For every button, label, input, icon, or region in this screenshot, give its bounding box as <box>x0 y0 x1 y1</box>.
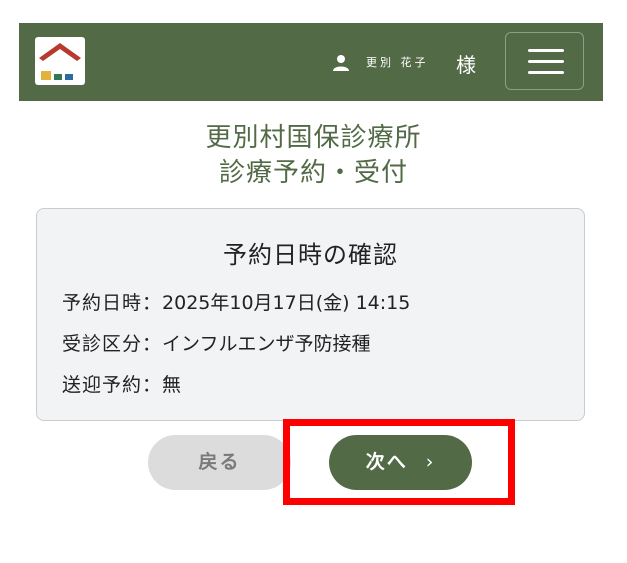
detail-value: 2025年10月17日(金) 14:15 <box>162 292 411 314</box>
detail-label: 予約日時： <box>62 292 163 314</box>
user-name: 更別 花子 <box>366 56 429 69</box>
house-logo-icon[interactable] <box>35 37 85 85</box>
hamburger-menu-icon <box>528 49 564 52</box>
detail-label: 送迎予約： <box>62 374 163 396</box>
detail-row-datetime: 予約日時：2025年10月17日(金) 14:15 <box>62 288 410 315</box>
person-icon <box>332 54 350 72</box>
clinic-name-title: 更別村国保診療所 <box>205 123 422 153</box>
detail-row-transport: 送迎予約：無 <box>62 370 181 397</box>
hamburger-menu-button[interactable] <box>505 32 584 90</box>
hamburger-menu-icon <box>528 60 564 63</box>
user-honorific: 様 <box>456 53 476 77</box>
page-subtitle: 診療予約・受付 <box>218 158 408 188</box>
detail-label: 受診区分： <box>62 333 163 355</box>
confirmation-heading: 予約日時の確認 <box>223 241 398 269</box>
detail-row-category: 受診区分：インフルエンザ予防接種 <box>62 329 370 356</box>
detail-value: 無 <box>162 374 182 396</box>
page: 更別 花子 様 更別村国保診療所 診療予約・受付 予約日時の確認 予約日時：20… <box>0 0 627 563</box>
hamburger-menu-icon <box>528 71 564 74</box>
highlight-annotation <box>283 419 515 505</box>
confirmation-card: 予約日時の確認 予約日時：2025年10月17日(金) 14:15 受診区分：イ… <box>36 208 585 421</box>
back-button[interactable]: 戻る <box>148 435 291 490</box>
detail-value: インフルエンザ予防接種 <box>162 333 371 355</box>
app-header: 更別 花子 様 <box>19 23 603 101</box>
